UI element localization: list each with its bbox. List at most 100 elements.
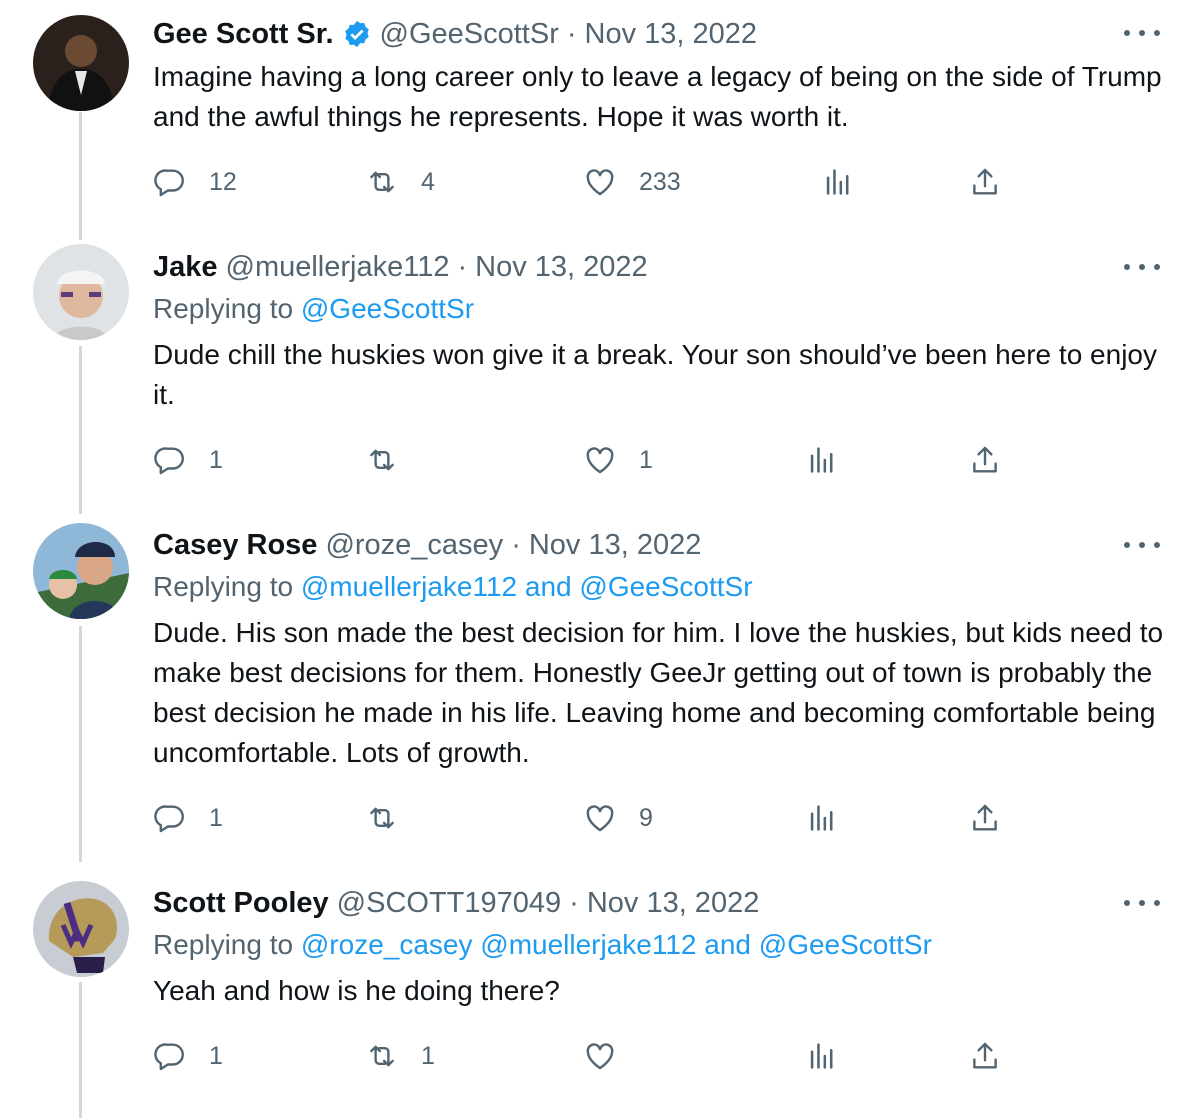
like-icon — [583, 801, 617, 835]
retweet-button[interactable] — [365, 798, 421, 838]
mention-link[interactable]: @roze_casey — [301, 929, 473, 960]
reply-count: 1 — [209, 445, 223, 474]
reply-button[interactable]: 1 — [153, 440, 223, 480]
more-icon[interactable] — [1124, 255, 1160, 279]
tweet-text: Dude chill the huskies won give it a bre… — [153, 339, 1157, 410]
avatar[interactable] — [33, 523, 129, 619]
tweet[interactable]: Casey Rose @roze_casey · Nov 13, 2022 Re… — [0, 510, 1198, 868]
verified-badge-icon — [342, 19, 372, 49]
replying-prefix: Replying to — [153, 571, 294, 602]
author-name[interactable]: Casey Rose — [153, 529, 317, 562]
separator-dot: · — [566, 17, 577, 50]
author-name[interactable]: Jake — [153, 251, 218, 284]
analytics-icon — [805, 1039, 839, 1073]
tweet-text: Dude. His son made the best decision for… — [153, 617, 1164, 768]
reply-icon — [153, 165, 187, 199]
share-button[interactable] — [968, 1036, 1002, 1076]
reply-icon — [153, 1039, 187, 1073]
mention-link[interactable]: @GeeScottSr — [579, 571, 752, 602]
replying-to: Replying to @GeeScottSr — [153, 293, 474, 325]
separator-dot: · — [569, 886, 579, 919]
author-name[interactable]: Scott Pooley — [153, 887, 329, 920]
tweet-actions: 1 1 — [153, 1036, 1013, 1076]
author-handle[interactable]: @SCOTT197049 — [337, 887, 561, 920]
analytics-icon — [805, 801, 839, 835]
more-icon[interactable] — [1124, 891, 1160, 915]
tweet-actions: 1 1 — [153, 440, 1013, 480]
retweet-button[interactable] — [365, 440, 421, 480]
like-count: 9 — [639, 803, 653, 832]
retweet-count: 4 — [421, 167, 435, 196]
tweet[interactable]: Scott Pooley @SCOTT197049 · Nov 13, 2022… — [0, 868, 1198, 1118]
reply-icon — [153, 443, 187, 477]
author-handle[interactable]: @GeeScottSr — [380, 18, 559, 51]
tweet-date[interactable]: Nov 13, 2022 — [585, 18, 758, 51]
mention-link[interactable]: @GeeScottSr — [301, 293, 474, 324]
share-button[interactable] — [968, 798, 1002, 838]
tweet-header: Casey Rose @roze_casey · Nov 13, 2022 — [153, 525, 701, 565]
retweet-icon — [365, 165, 399, 199]
retweet-button[interactable]: 1 — [365, 1036, 435, 1076]
avatar[interactable] — [33, 881, 129, 977]
share-button[interactable] — [968, 440, 1002, 480]
analytics-icon — [821, 165, 855, 199]
reply-button[interactable]: 1 — [153, 798, 223, 838]
replying-prefix: Replying to — [153, 929, 294, 960]
reply-icon — [153, 801, 187, 835]
tweet-header: Jake @muellerjake112 · Nov 13, 2022 — [153, 247, 648, 287]
retweet-button[interactable]: 4 — [365, 162, 435, 202]
share-icon — [968, 165, 1002, 199]
author-handle[interactable]: @roze_casey — [325, 529, 503, 562]
reply-count: 12 — [209, 167, 237, 196]
like-button[interactable]: 1 — [583, 440, 653, 480]
replying-to: Replying to @muellerjake112 and @GeeScot… — [153, 571, 753, 603]
author-handle[interactable]: @muellerjake112 — [226, 251, 450, 284]
tweet-date[interactable]: Nov 13, 2022 — [529, 529, 702, 562]
like-count: 1 — [639, 445, 653, 474]
like-button[interactable]: 9 — [583, 798, 653, 838]
mention-link[interactable]: @muellerjake112 — [301, 571, 517, 602]
tweet-actions: 1 9 — [153, 798, 1013, 838]
tweet-text: Yeah and how is he doing there? — [153, 975, 560, 1006]
tweet-date[interactable]: Nov 13, 2022 — [587, 887, 760, 920]
reply-button[interactable]: 1 — [153, 1036, 223, 1076]
like-icon — [583, 1039, 617, 1073]
reply-count: 1 — [209, 1041, 223, 1070]
reply-count: 1 — [209, 803, 223, 832]
tweet-actions: 12 4 233 — [153, 162, 1013, 202]
analytics-button[interactable] — [805, 440, 839, 480]
share-icon — [968, 801, 1002, 835]
more-icon[interactable] — [1124, 21, 1160, 45]
analytics-button[interactable] — [805, 1036, 839, 1076]
mention-joiner: and — [517, 571, 580, 602]
like-button[interactable]: 233 — [583, 162, 681, 202]
tweet[interactable]: Gee Scott Sr. @GeeScottSr · Nov 13, 2022… — [0, 0, 1198, 230]
tweet-header: Scott Pooley @SCOTT197049 · Nov 13, 2022 — [153, 883, 759, 923]
retweet-count: 1 — [421, 1041, 435, 1070]
author-name[interactable]: Gee Scott Sr. — [153, 18, 334, 51]
more-icon[interactable] — [1124, 533, 1160, 557]
retweet-icon — [365, 801, 399, 835]
separator-dot: · — [511, 528, 521, 561]
mention-link[interactable]: @GeeScottSr — [759, 929, 932, 960]
like-icon — [583, 443, 617, 477]
analytics-button[interactable] — [821, 162, 855, 202]
mention-joiner: and — [696, 929, 759, 960]
like-count: 233 — [639, 167, 681, 196]
analytics-button[interactable] — [805, 798, 839, 838]
share-button[interactable] — [968, 162, 1002, 202]
reply-button[interactable]: 12 — [153, 162, 237, 202]
tweet-header: Gee Scott Sr. @GeeScottSr · Nov 13, 2022 — [153, 14, 757, 54]
share-icon — [968, 1039, 1002, 1073]
tweet-text: Imagine having a long career only to lea… — [153, 61, 1162, 132]
tweet-date[interactable]: Nov 13, 2022 — [475, 251, 648, 284]
avatar[interactable] — [33, 15, 129, 111]
mention-link[interactable]: @muellerjake112 — [480, 929, 696, 960]
separator-dot: · — [457, 250, 468, 283]
retweet-icon — [365, 1039, 399, 1073]
tweet[interactable]: Jake @muellerjake112 · Nov 13, 2022 Repl… — [0, 230, 1198, 510]
replying-prefix: Replying to — [153, 293, 294, 324]
share-icon — [968, 443, 1002, 477]
avatar[interactable] — [33, 244, 129, 340]
like-button[interactable] — [583, 1036, 639, 1076]
